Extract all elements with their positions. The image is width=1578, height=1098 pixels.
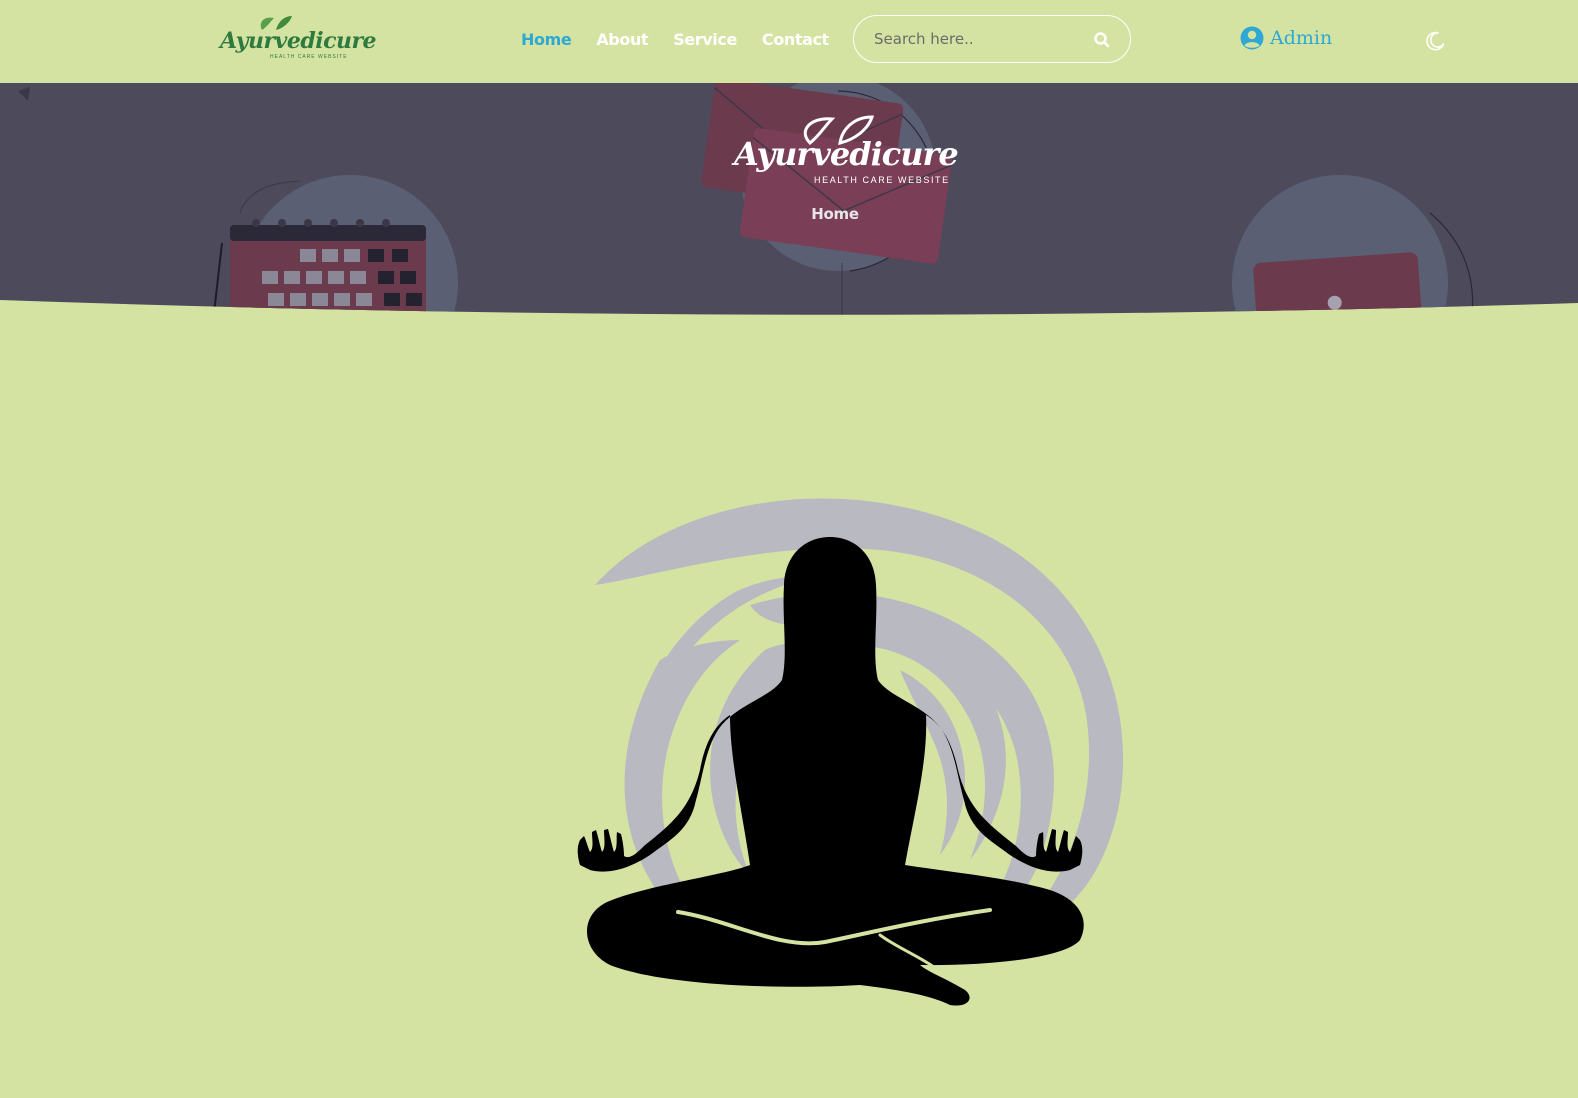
- user-circle-icon: [1240, 26, 1264, 50]
- page: Ayurvedicure HEALTH CARE WEBSITE Home Ab…: [0, 0, 1578, 1098]
- meditation-illustration: [577, 498, 1124, 1006]
- search-box: [853, 15, 1131, 63]
- theme-toggle[interactable]: [1424, 30, 1446, 52]
- page-banner: Ayurvedicure HEALTH CARE WEBSITE Home: [0, 83, 1578, 323]
- breadcrumb: Home: [811, 205, 859, 223]
- top-navbar: Ayurvedicure HEALTH CARE WEBSITE Home Ab…: [0, 0, 1578, 83]
- search-button[interactable]: [1092, 30, 1112, 50]
- nav-about[interactable]: About: [596, 30, 648, 49]
- search-icon: [1094, 32, 1110, 48]
- search-input[interactable]: [874, 28, 1084, 50]
- banner-logo-tagline: HEALTH CARE WEBSITE: [814, 175, 950, 185]
- site-logo[interactable]: Ayurvedicure HEALTH CARE WEBSITE: [220, 14, 377, 64]
- main-nav: Home About Service Contact: [521, 30, 854, 49]
- logo-tagline: HEALTH CARE WEBSITE: [270, 54, 348, 60]
- nav-home[interactable]: Home: [521, 30, 572, 49]
- banner-logo: Ayurvedicure HEALTH CARE WEBSITE: [734, 113, 959, 193]
- banner-logo-text: Ayurvedicure: [734, 135, 959, 173]
- nav-contact[interactable]: Contact: [762, 30, 829, 49]
- nav-service[interactable]: Service: [673, 30, 737, 49]
- admin-label: Admin: [1270, 27, 1333, 49]
- admin-link[interactable]: Admin: [1240, 26, 1332, 50]
- moon-icon: [1426, 31, 1445, 51]
- logo-text: Ayurvedicure: [220, 28, 377, 54]
